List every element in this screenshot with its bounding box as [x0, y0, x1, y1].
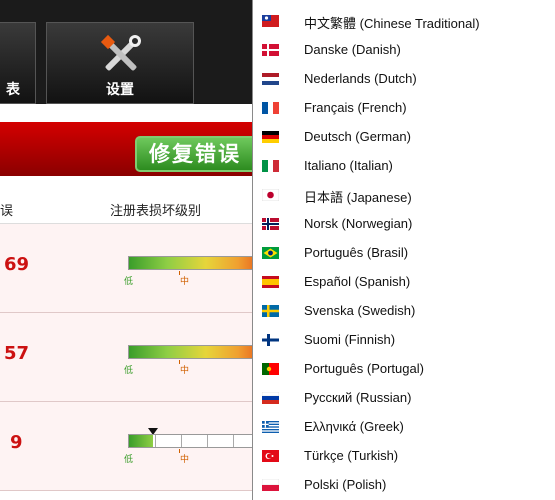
- italy-flag-icon: [262, 160, 279, 172]
- toolbar-button-registry[interactable]: 表: [0, 22, 36, 104]
- menu-item-turkish[interactable]: Türkçe (Turkish): [253, 442, 555, 471]
- error-count: 57: [4, 343, 30, 364]
- germany-flag-icon: [262, 131, 279, 143]
- menu-item-portuguese-portugal[interactable]: Português (Portugal): [253, 355, 555, 384]
- poland-flag-icon: [262, 479, 279, 491]
- column-header-errors: 误: [0, 204, 14, 219]
- fix-errors-button[interactable]: 修复错误: [135, 136, 252, 172]
- column-header-damage-level: 注册表损坏级别: [110, 204, 202, 219]
- menu-item-norwegian[interactable]: Norsk (Norwegian): [253, 210, 555, 239]
- menu-item-label: 日本語 (Japanese): [304, 190, 412, 205]
- table-header: 误 注册表损坏级别: [0, 193, 252, 224]
- toolbar: 表 设置: [0, 0, 252, 104]
- table-row[interactable]: 69 低 中: [0, 224, 252, 313]
- error-count: 9: [10, 432, 23, 453]
- registry-app-window: 表 设置 修复错误 误 注册表损坏级别 69 低 中 57 低 中 9 低 中: [0, 0, 252, 500]
- menu-item-label: Polski (Polish): [304, 477, 387, 492]
- medium-label: 中: [180, 455, 190, 465]
- sweden-flag-icon: [262, 305, 279, 317]
- france-flag-icon: [262, 102, 279, 114]
- menu-item-label: Svenska (Swedish): [304, 303, 416, 318]
- menu-item-spanish[interactable]: Español (Spanish): [253, 268, 555, 297]
- toolbar-button-label: 表: [6, 82, 20, 98]
- menu-item-russian[interactable]: Русский (Russian): [253, 384, 555, 413]
- meter-segment: [155, 435, 156, 447]
- medium-label: 中: [180, 366, 190, 376]
- low-label: 低: [124, 277, 134, 287]
- menu-item-portuguese-brasil[interactable]: Português (Brasil): [253, 239, 555, 268]
- low-label: 低: [124, 366, 134, 376]
- menu-item-label: Deutsch (German): [304, 129, 411, 144]
- menu-item-german[interactable]: Deutsch (German): [253, 123, 555, 152]
- meter-segment: [181, 435, 182, 447]
- settings-label: 设置: [106, 82, 134, 98]
- finland-flag-icon: [262, 334, 279, 346]
- medium-label: 中: [180, 277, 190, 287]
- settings-button[interactable]: 设置: [46, 22, 194, 104]
- damage-level-meter: [128, 434, 252, 448]
- damage-level-meter: [128, 345, 252, 359]
- wrench-screwdriver-icon: [100, 34, 141, 71]
- menu-item-danish[interactable]: Danske (Danish): [253, 36, 555, 65]
- low-label: 低: [124, 455, 134, 465]
- menu-item-label: Ελληνικά (Greek): [304, 419, 404, 434]
- menu-item-finnish[interactable]: Suomi (Finnish): [253, 326, 555, 355]
- turkey-flag-icon: [262, 450, 279, 462]
- netherlands-flag-icon: [262, 73, 279, 85]
- meter-fill: [129, 435, 153, 447]
- menu-item-label: Français (French): [304, 100, 407, 115]
- menu-item-label: Nederlands (Dutch): [304, 71, 417, 86]
- menu-item-label: 中文繁體 (Chinese Traditional): [304, 16, 480, 31]
- menu-item-label: Português (Portugal): [304, 361, 424, 376]
- error-count: 69: [4, 254, 30, 275]
- table-row[interactable]: 57 低 中: [0, 313, 252, 402]
- menu-item-greek[interactable]: Ελληνικά (Greek): [253, 413, 555, 442]
- menu-item-french[interactable]: Français (French): [253, 94, 555, 123]
- menu-item-japanese[interactable]: 日本語 (Japanese): [253, 181, 555, 210]
- portugal-flag-icon: [262, 363, 279, 375]
- norway-flag-icon: [262, 218, 279, 230]
- language-dropdown-menu: 中文繁體 (Chinese Traditional) Danske (Danis…: [252, 0, 555, 500]
- menu-item-label: Danske (Danish): [304, 42, 401, 57]
- menu-item-italian[interactable]: Italiano (Italian): [253, 152, 555, 181]
- menu-item-label: Русский (Russian): [304, 390, 412, 405]
- menu-item-dutch[interactable]: Nederlands (Dutch): [253, 65, 555, 94]
- menu-item-label: Español (Spanish): [304, 274, 411, 289]
- menu-item-label: Suomi (Finnish): [304, 332, 396, 347]
- menu-item-label: Italiano (Italian): [304, 158, 393, 173]
- table-row[interactable]: 9 低 中: [0, 402, 252, 491]
- damage-level-meter: [128, 256, 252, 270]
- japan-flag-icon: [262, 189, 279, 201]
- menu-item-polish[interactable]: Polski (Polish): [253, 471, 555, 500]
- taiwan-flag-icon: [262, 15, 279, 27]
- menu-item-label: Português (Brasil): [304, 245, 409, 260]
- meter-segment: [207, 435, 208, 447]
- menu-item-label: Norsk (Norwegian): [304, 216, 413, 231]
- spain-flag-icon: [262, 276, 279, 288]
- menu-item-chinese-traditional[interactable]: 中文繁體 (Chinese Traditional): [253, 7, 555, 36]
- russia-flag-icon: [262, 392, 279, 404]
- greece-flag-icon: [262, 421, 279, 433]
- menu-item-label: Türkçe (Turkish): [304, 448, 399, 463]
- menu-item-swedish[interactable]: Svenska (Swedish): [253, 297, 555, 326]
- meter-segment: [233, 435, 234, 447]
- denmark-flag-icon: [262, 44, 279, 56]
- brazil-flag-icon: [262, 247, 279, 259]
